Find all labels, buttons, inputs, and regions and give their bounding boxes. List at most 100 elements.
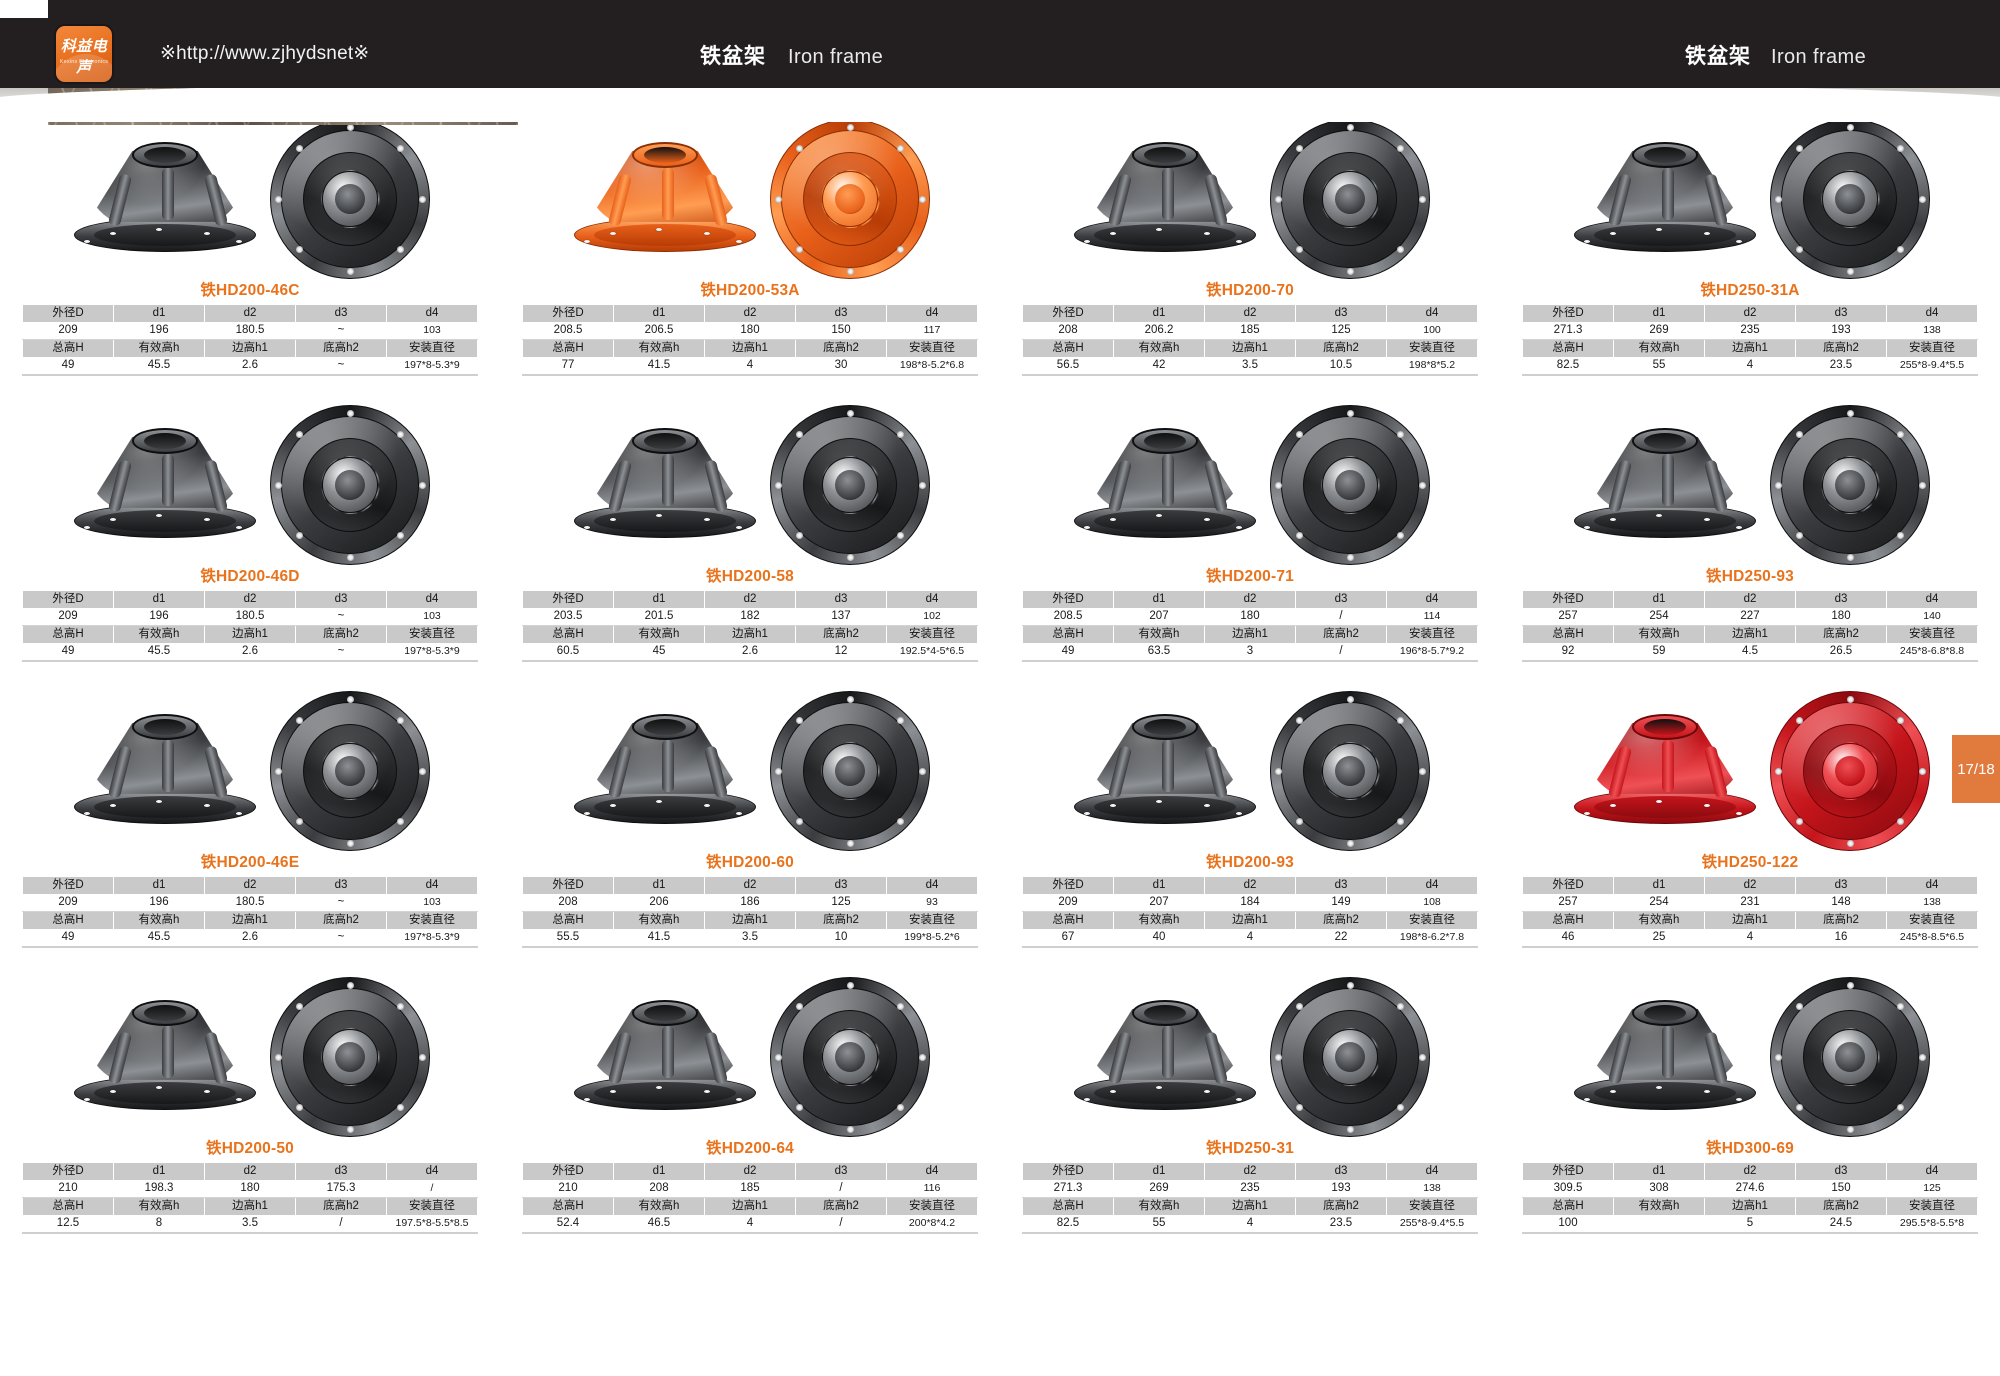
- spec-header-cell: d1: [1613, 305, 1705, 322]
- spec-height-cell: 45.5: [113, 643, 205, 662]
- spec-header-cell: d1: [1113, 877, 1205, 894]
- mount-bolt-hole: [397, 716, 405, 724]
- product-images: [22, 119, 478, 279]
- spec-header-cell: 有效高h: [1113, 625, 1205, 643]
- spec-header-cell: d2: [1204, 591, 1296, 608]
- product-card[interactable]: 铁HD200-70 外径D d1 d2 d3 d4 208 206.2 185 125 100 …: [1000, 118, 1500, 404]
- spec-height-cell: 49: [1022, 643, 1114, 662]
- product-image-top: [270, 405, 430, 565]
- mount-bolt-hole: [795, 1104, 803, 1112]
- mount-hole: [1084, 812, 1090, 815]
- spec-table: 外径D d1 d2 d3 d4 210 208 185/116 总高H 有效高h 边高h1 底高h…: [522, 1163, 978, 1234]
- mount-hole: [156, 514, 162, 517]
- product-card[interactable]: 铁HD200-53A 外径D d1 d2 d3 d4 208.5 206.5 180 150 1…: [500, 118, 1000, 404]
- mount-bolt-hole: [295, 532, 303, 540]
- mount-bolt-hole: [1846, 695, 1854, 703]
- spec-header-cell: d4: [386, 591, 478, 608]
- frame-top-view: [270, 691, 430, 851]
- frame-top-aperture: [644, 433, 686, 449]
- frame-hub: [1322, 1029, 1378, 1085]
- spec-height-cell: 198*8-6.2*7.8: [1386, 929, 1478, 948]
- mount-bolt-hole: [1295, 716, 1303, 724]
- frame-top-view: [1270, 119, 1430, 279]
- spec-header-row-1: 外径D d1 d2 d3 d4: [1022, 305, 1478, 322]
- mount-bolt-hole: [1795, 716, 1803, 724]
- spec-header-row-1: 外径D d1 d2 d3 d4: [522, 591, 978, 608]
- spec-header-cell: 外径D: [522, 1163, 614, 1180]
- frame-leg: [162, 740, 174, 792]
- spec-height-cell: 200*8*4.2: [886, 1215, 978, 1234]
- spec-header-row-2: 总高H 有效高h 边高h1 底高h2 安装直径: [522, 339, 978, 357]
- spec-header-cell: 底高h2: [295, 625, 387, 643]
- spec-header-cell: 有效高h: [1613, 1197, 1705, 1215]
- spec-header-cell: d2: [704, 1163, 796, 1180]
- spec-dim-cell: 227: [1704, 608, 1796, 626]
- spec-header-cell: 总高H: [22, 911, 114, 929]
- header-title-center: 铁盆架 Iron frame: [700, 40, 1020, 70]
- product-card[interactable]: 铁HD200-46C 外径D d1 d2 d3 d4 209 196 180.5 ~103 总…: [0, 118, 500, 404]
- mount-hole: [610, 804, 616, 807]
- product-card[interactable]: 铁HD200-46E 外径D d1 d2 d3 d4 209 196 180.5 ~103 总…: [0, 690, 500, 976]
- mount-hole: [1610, 804, 1616, 807]
- product-card[interactable]: 铁HD250-93 外径D d1 d2 d3 d4 257 254 227 180 140 总高…: [1500, 404, 2000, 690]
- product-model-name: 铁HD200-50: [206, 1140, 294, 1157]
- spec-header-cell: 底高h2: [1795, 1197, 1887, 1215]
- product-card[interactable]: 铁HD250-31 外径D d1 d2 d3 d4 271.3 269 235 193 138 …: [1000, 976, 1500, 1262]
- spec-header-cell: 边高h1: [1204, 911, 1296, 929]
- frame-inner-rim: [594, 796, 736, 818]
- frame-top-aperture: [644, 1005, 686, 1021]
- spec-header-cell: 外径D: [1522, 305, 1614, 322]
- mount-hole: [1704, 804, 1710, 807]
- mount-bolt-hole: [1795, 1104, 1803, 1112]
- mount-bolt-hole: [1918, 481, 1926, 489]
- spec-header-row-2: 总高H 有效高h 边高h1 底高h2 安装直径: [1522, 911, 1978, 929]
- spec-height-cell: 3: [1204, 643, 1296, 662]
- product-card[interactable]: 铁HD200-64 外径D d1 d2 d3 d4 210 208 185/116 总高H 有…: [500, 976, 1000, 1262]
- product-card[interactable]: 铁HD200-60 外径D d1 d2 d3 d4 208 206 186 125 93 总高H…: [500, 690, 1000, 976]
- spec-header-cell: 安装直径: [1386, 911, 1478, 929]
- product-card[interactable]: 铁HD200-46D 外径D d1 d2 d3 d4 209 196 180.5 ~103 总…: [0, 404, 500, 690]
- spec-dim-cell: 209: [1022, 894, 1114, 912]
- spec-header-cell: 总高H: [1522, 1197, 1614, 1215]
- product-image-side: [1570, 998, 1760, 1116]
- product-card[interactable]: 铁HD300-69 外径D d1 d2 d3 d4 309.5 308 274.6 150 12…: [1500, 976, 2000, 1262]
- spec-value-row-1: 208.5 207 180/114: [1022, 608, 1478, 626]
- product-card[interactable]: 铁HD200-50 外径D d1 d2 d3 d4 210 198.3 180 175.3/ …: [0, 976, 500, 1262]
- spec-header-cell: d4: [1886, 877, 1978, 894]
- mount-bolt-hole: [846, 981, 854, 989]
- frame-top-aperture: [1644, 433, 1686, 449]
- product-card[interactable]: 铁HD250-122 外径D d1 d2 d3 d4 257 254 231 148 138 总…: [1500, 690, 2000, 976]
- product-card[interactable]: 铁HD200-93 外径D d1 d2 d3 d4 209 207 184 149 108 总高…: [1000, 690, 1500, 976]
- product-image-top: [1770, 405, 1930, 565]
- spec-height-cell: 255*8-9.4*5.5: [1886, 357, 1978, 376]
- spec-header-cell: d3: [295, 591, 387, 608]
- spec-dim-cell: 210: [522, 1180, 614, 1198]
- spec-header-cell: 总高H: [1522, 911, 1614, 929]
- spec-dim-cell: 137: [795, 608, 887, 626]
- mount-bolt-hole: [295, 818, 303, 826]
- spec-header-cell: 底高h2: [295, 339, 387, 357]
- spec-header-cell: d1: [113, 305, 205, 322]
- mount-hole: [1736, 526, 1742, 529]
- mount-hole: [1656, 800, 1662, 803]
- product-card[interactable]: 铁HD250-31A 外径D d1 d2 d3 d4 271.3 269 235 193 138…: [1500, 118, 2000, 404]
- spec-header-cell: d4: [1886, 305, 1978, 322]
- mount-bolt-hole: [346, 981, 354, 989]
- spec-height-cell: 67: [1022, 929, 1114, 948]
- spec-header-cell: 安装直径: [1386, 625, 1478, 643]
- spec-value-row-1: 208 206.2 185 125 100: [1022, 322, 1478, 340]
- spec-header-cell: d3: [795, 1163, 887, 1180]
- mount-hole: [1704, 1090, 1710, 1093]
- mount-bolt-hole: [397, 430, 405, 438]
- spec-dim-cell: 180: [204, 1180, 296, 1198]
- product-card[interactable]: 铁HD200-71 外径D d1 d2 d3 d4 208.5 207 180/114 总高…: [1000, 404, 1500, 690]
- spec-dim-cell: 209: [22, 322, 114, 340]
- spec-value-row-2: 67 40 4 22 198*8-6.2*7.8: [1022, 929, 1478, 948]
- spec-header-cell: 外径D: [22, 591, 114, 608]
- product-card[interactable]: 铁HD200-58 外径D d1 d2 d3 d4 203.5 201.5 182 137 10…: [500, 404, 1000, 690]
- spec-dim-cell: 125: [795, 894, 887, 912]
- spec-dim-cell: 209: [22, 894, 114, 912]
- spec-dim-cell: 180: [704, 322, 796, 340]
- product-images: [1522, 119, 1978, 279]
- mount-hole: [656, 514, 662, 517]
